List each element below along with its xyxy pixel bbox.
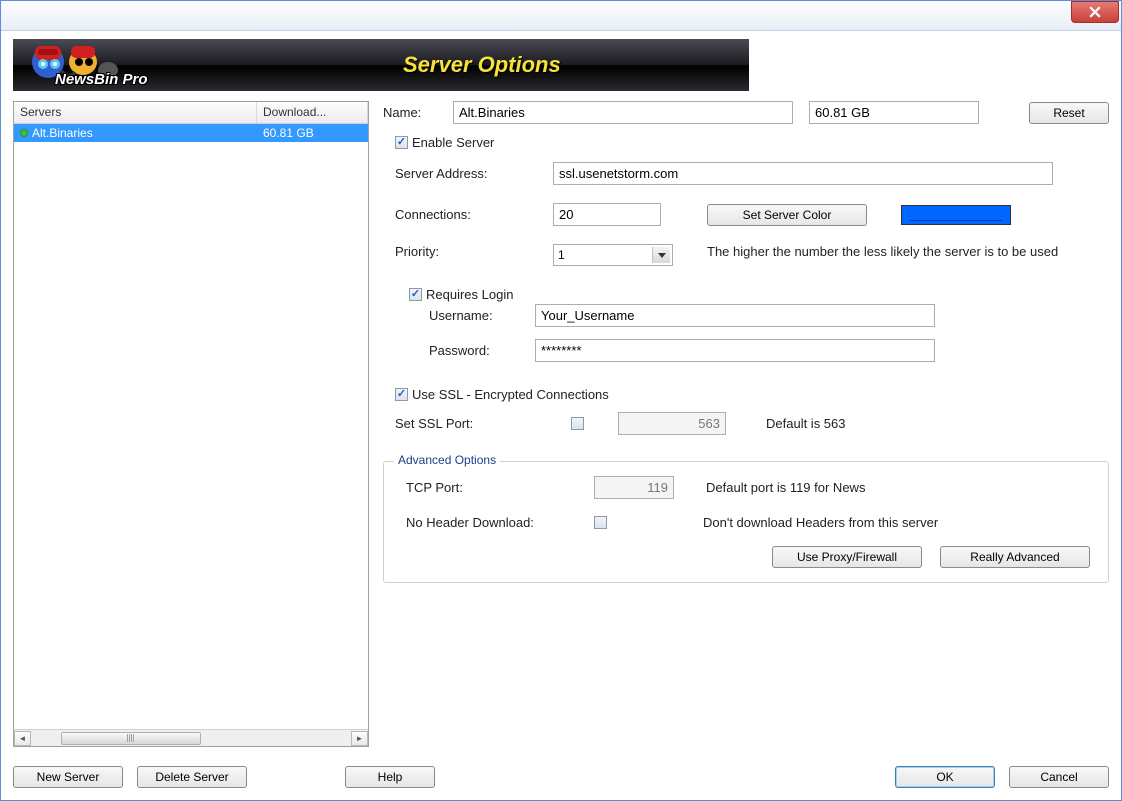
tcp-default-label: Default port is 119 for News [706, 480, 865, 495]
checkbox-icon [395, 136, 408, 149]
priority-value: 1 [558, 248, 565, 262]
column-servers[interactable]: Servers [14, 102, 257, 123]
banner: NewsBin Pro Server Options [13, 39, 1109, 91]
password-label: Password: [409, 343, 527, 358]
ok-button[interactable]: OK [895, 766, 995, 788]
name-label: Name: [383, 105, 445, 120]
server-list[interactable]: Servers Download... Alt.Binaries 60.81 G… [13, 101, 369, 747]
ssl-port-override-checkbox[interactable] [571, 417, 584, 430]
server-list-panel: Servers Download... Alt.Binaries 60.81 G… [13, 101, 369, 747]
connections-label: Connections: [395, 207, 545, 222]
column-download[interactable]: Download... [257, 102, 368, 123]
logo-text: NewsBin Pro [55, 71, 148, 88]
close-button[interactable] [1071, 1, 1119, 23]
list-header: Servers Download... [14, 102, 368, 124]
server-row[interactable]: Alt.Binaries 60.81 GB [14, 124, 368, 142]
list-body: Alt.Binaries 60.81 GB [14, 124, 368, 729]
logo: NewsBin Pro [13, 39, 193, 91]
server-options-panel: Name: Reset Enable Server Server Address… [383, 101, 1109, 747]
requires-login-checkbox[interactable]: Requires Login [409, 287, 513, 302]
priority-hint: The higher the number the less likely th… [707, 244, 1109, 259]
banner-title: Server Options [403, 52, 561, 78]
enable-server-label: Enable Server [412, 135, 494, 150]
download-display[interactable] [809, 101, 979, 124]
help-button[interactable]: Help [345, 766, 435, 788]
horizontal-scrollbar[interactable]: ◄ ► [14, 729, 368, 746]
scroll-track[interactable] [31, 731, 351, 746]
chevron-down-icon [652, 247, 670, 263]
requires-login-label: Requires Login [426, 287, 513, 302]
priority-label: Priority: [395, 244, 545, 259]
name-input[interactable] [453, 101, 793, 124]
bottom-bar: New Server Delete Server Help OK Cancel [13, 766, 1109, 788]
connections-input[interactable] [553, 203, 661, 226]
titlebar [1, 1, 1121, 31]
close-icon [1089, 6, 1101, 18]
server-address-input[interactable] [553, 162, 1053, 185]
checkbox-icon [409, 288, 422, 301]
username-input[interactable] [535, 304, 935, 327]
dialog-window: NewsBin Pro Server Options Servers Downl… [0, 0, 1122, 801]
color-swatch[interactable] [901, 205, 1011, 225]
server-name-cell: Alt.Binaries [32, 126, 93, 140]
really-advanced-button[interactable]: Really Advanced [940, 546, 1090, 568]
no-header-label: No Header Download: [396, 515, 586, 530]
delete-server-button[interactable]: Delete Server [137, 766, 247, 788]
advanced-group: Advanced Options TCP Port: Default port … [383, 461, 1109, 583]
set-color-button[interactable]: Set Server Color [707, 204, 867, 226]
ssl-port-input[interactable] [618, 412, 726, 435]
ssl-port-label: Set SSL Port: [395, 416, 563, 431]
advanced-title: Advanced Options [394, 453, 500, 467]
no-header-hint: Don't download Headers from this server [703, 515, 938, 530]
proxy-firewall-button[interactable]: Use Proxy/Firewall [772, 546, 922, 568]
reset-button[interactable]: Reset [1029, 102, 1109, 124]
priority-select[interactable]: 1 [553, 244, 673, 266]
username-label: Username: [409, 308, 527, 323]
server-download-cell: 60.81 GB [257, 126, 368, 140]
scroll-left-button[interactable]: ◄ [14, 731, 31, 746]
scroll-right-button[interactable]: ► [351, 731, 368, 746]
use-ssl-checkbox[interactable]: Use SSL - Encrypted Connections [395, 387, 609, 402]
password-input[interactable] [535, 339, 935, 362]
enable-server-checkbox[interactable]: Enable Server [395, 135, 494, 150]
no-header-checkbox[interactable] [594, 516, 607, 529]
scroll-thumb[interactable] [61, 732, 201, 745]
use-ssl-label: Use SSL - Encrypted Connections [412, 387, 609, 402]
ssl-default-label: Default is 563 [766, 416, 846, 431]
cancel-button[interactable]: Cancel [1009, 766, 1109, 788]
checkbox-icon [395, 388, 408, 401]
tcp-port-input[interactable] [594, 476, 674, 499]
status-icon [20, 129, 28, 137]
new-server-button[interactable]: New Server [13, 766, 123, 788]
server-address-label: Server Address: [395, 166, 545, 181]
tcp-port-label: TCP Port: [396, 480, 586, 495]
